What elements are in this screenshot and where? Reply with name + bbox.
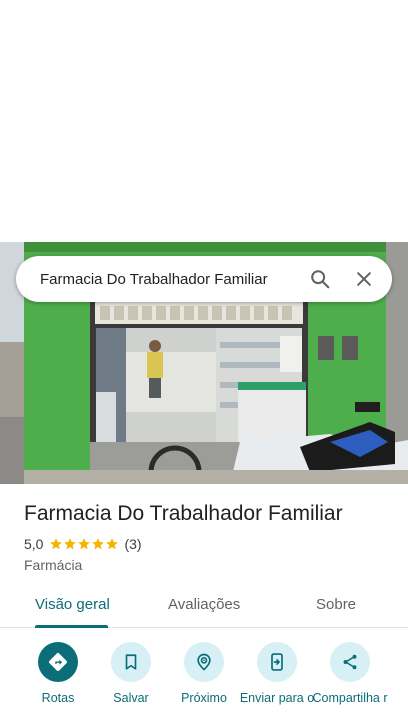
tab-overview[interactable]: Visão geral — [35, 596, 110, 613]
nearby-circle[interactable] — [184, 642, 224, 682]
directions-circle[interactable] — [38, 642, 78, 682]
directions-icon — [49, 653, 67, 671]
action-bar: Rotas Salvar Próximo Enviar para o Compa… — [0, 642, 408, 726]
directions-button[interactable]: Rotas — [18, 642, 98, 706]
place-info: Farmacia Do Trabalhador Familiar 5,0 (3)… — [24, 500, 394, 573]
nearby-label: Próximo — [181, 691, 227, 705]
star-icon — [106, 538, 119, 550]
rating-stars — [49, 537, 119, 551]
save-circle[interactable] — [111, 642, 151, 682]
rating-row[interactable]: 5,0 (3) — [24, 536, 394, 552]
directions-label: Rotas — [41, 691, 75, 705]
review-count: (3) — [124, 536, 142, 552]
search-bar[interactable]: Farmacia Do Trabalhador Familiar — [16, 256, 392, 302]
share-circle[interactable] — [330, 642, 370, 682]
place-category[interactable]: Farmácia — [24, 557, 394, 573]
star-icon — [78, 538, 91, 550]
search-icon — [311, 270, 330, 289]
send-to-phone-label: Enviar para o — [239, 691, 315, 705]
save-button[interactable]: Salvar — [91, 642, 171, 706]
star-icon — [50, 538, 63, 550]
share-icon — [343, 654, 357, 670]
send-to-phone-button[interactable]: Enviar para o — [237, 642, 317, 706]
send-to-phone-circle[interactable] — [257, 642, 297, 682]
close-icon — [357, 272, 371, 286]
share-button[interactable]: Compartilha r — [310, 642, 390, 706]
place-tabs: Visão geral Avaliações Sobre — [0, 584, 408, 628]
place-screen: Farmacia Do Trabalhador Familiar Farmaci… — [0, 0, 408, 726]
nearby-button[interactable]: Próximo — [164, 642, 244, 706]
search-input[interactable]: Farmacia Do Trabalhador Familiar — [40, 271, 298, 288]
star-icon — [64, 538, 77, 550]
share-label: Compartilha r — [312, 691, 388, 705]
nearby-icon — [197, 653, 211, 671]
send-to-phone-icon — [271, 653, 283, 671]
place-title: Farmacia Do Trabalhador Familiar — [24, 502, 343, 525]
save-label: Salvar — [113, 691, 149, 705]
star-icon — [92, 538, 105, 550]
bookmark-icon — [125, 654, 137, 670]
rating-value: 5,0 — [24, 536, 44, 552]
clear-search-button[interactable] — [342, 257, 386, 301]
active-tab-indicator — [35, 625, 108, 628]
search-button[interactable] — [298, 257, 342, 301]
tab-about[interactable]: Sobre — [316, 596, 356, 613]
tab-reviews[interactable]: Avaliações — [168, 596, 240, 613]
